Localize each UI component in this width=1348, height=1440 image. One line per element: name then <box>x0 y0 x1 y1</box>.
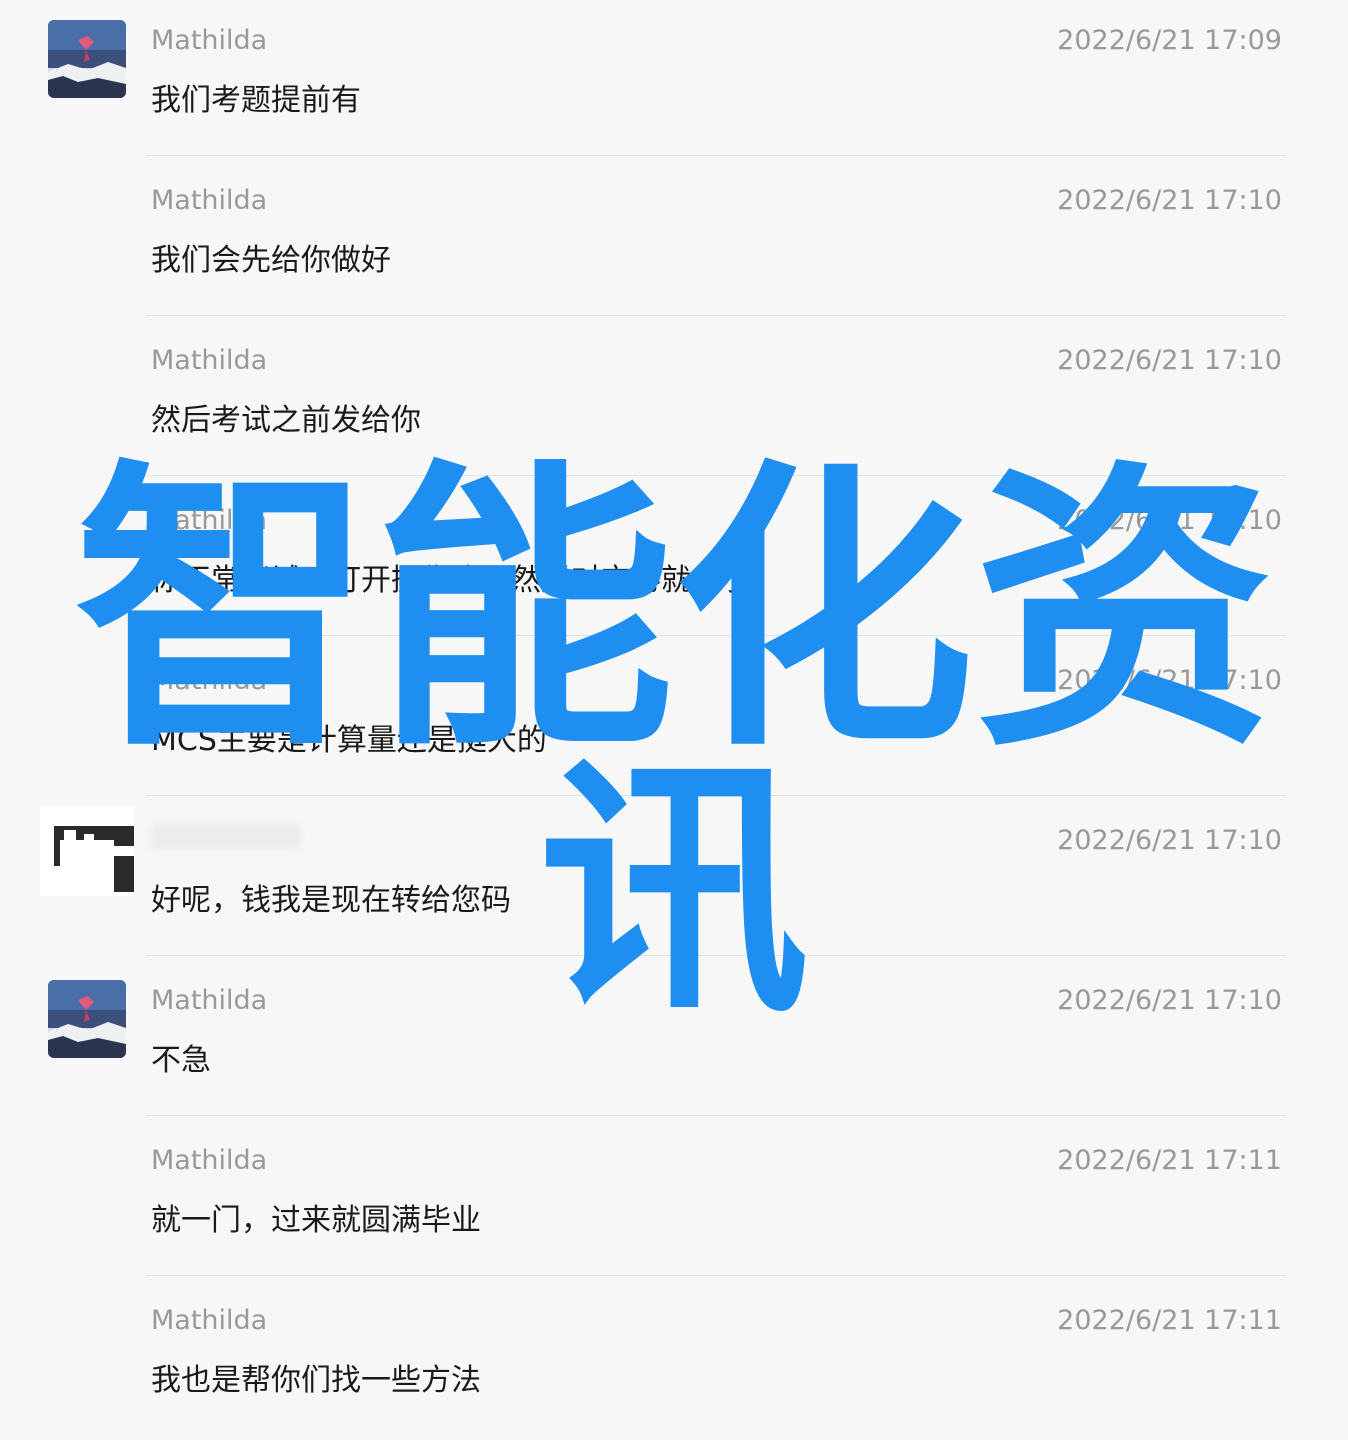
message-timestamp: 2022/6/21 17:09 <box>1057 25 1282 56</box>
chat-message: Mathilda 2022/6/21 17:11 就一门，过来就圆满毕业 <box>0 1120 1348 1280</box>
divider <box>146 155 1286 156</box>
divider <box>146 795 1286 796</box>
chat-message: Mathilda 2022/6/21 17:11 我也是帮你们找一些方法 <box>0 1280 1348 1440</box>
message-timestamp: 2022/6/21 17:10 <box>1057 825 1282 856</box>
message-text[interactable]: 不急 <box>151 1040 211 1082</box>
avatar[interactable] <box>48 980 126 1058</box>
sender-name: Mathilda <box>151 345 268 376</box>
message-timestamp: 2022/6/21 17:10 <box>1057 665 1282 696</box>
chat-message: 2022/6/21 17:10 好呢，钱我是现在转给您码 <box>0 800 1348 960</box>
avatar[interactable] <box>48 20 126 98</box>
sender-name-blurred <box>151 824 301 850</box>
avatar-image <box>48 20 126 98</box>
divider <box>146 1275 1286 1276</box>
divider <box>146 1115 1286 1116</box>
message-timestamp: 2022/6/21 17:11 <box>1057 1305 1282 1336</box>
divider <box>146 955 1286 956</box>
message-timestamp: 2022/6/21 17:10 <box>1057 345 1282 376</box>
divider <box>146 635 1286 636</box>
sender-name: Mathilda <box>151 665 268 696</box>
sender-name: Mathilda <box>151 985 268 1016</box>
chat-message: Mathilda 2022/6/21 17:10 然后考试之前发给你 <box>0 320 1348 480</box>
message-timestamp: 2022/6/21 17:10 <box>1057 185 1282 216</box>
chat-message: Mathilda 2022/6/21 17:10 不急 <box>0 960 1348 1120</box>
chat-message: Mathilda 2022/6/21 17:10 MCS主要是计算量还是挺大的 <box>0 640 1348 800</box>
divider <box>146 315 1286 316</box>
blurred-avatar-image <box>40 806 134 896</box>
avatar-image <box>48 980 126 1058</box>
avatar[interactable] <box>40 806 134 896</box>
chat-message: Mathilda 2022/6/21 17:09 我们考题提前有 <box>0 0 1348 160</box>
divider <box>146 475 1286 476</box>
message-text[interactable]: 我也是帮你们找一些方法 <box>151 1360 481 1402</box>
message-text[interactable]: 然后考试之前发给你 <box>151 400 421 442</box>
chat-message: Mathilda 2022/6/21 17:10 我们会先给你做好 <box>0 160 1348 320</box>
sender-name: Mathilda <box>151 1145 268 1176</box>
message-text[interactable]: 就一门，过来就圆满毕业 <box>151 1200 481 1242</box>
message-text[interactable]: MCS主要是计算量还是挺大的 <box>151 720 547 762</box>
sender-name: Mathilda <box>151 1305 268 1336</box>
sender-name: Mathilda <box>151 505 268 536</box>
message-text[interactable]: 你正常考试，打开摄像头，然后对交卷就行了 <box>151 560 751 602</box>
chat-message: Mathilda 2022/6/21 17:10 你正常考试，打开摄像头，然后对… <box>0 480 1348 640</box>
sender-name: Mathilda <box>151 25 268 56</box>
message-timestamp: 2022/6/21 17:10 <box>1057 505 1282 536</box>
sender-name: Mathilda <box>151 185 268 216</box>
message-text[interactable]: 我们考题提前有 <box>151 80 361 122</box>
message-timestamp: 2022/6/21 17:10 <box>1057 985 1282 1016</box>
message-text[interactable]: 我们会先给你做好 <box>151 240 391 282</box>
message-text[interactable]: 好呢，钱我是现在转给您码 <box>151 880 511 922</box>
message-timestamp: 2022/6/21 17:11 <box>1057 1145 1282 1176</box>
